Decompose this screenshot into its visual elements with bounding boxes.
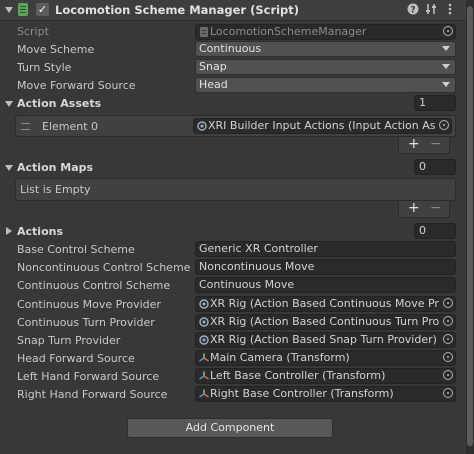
component-title: Locomotion Scheme Manager (Script) xyxy=(55,3,300,17)
action-maps-list-footer: + − xyxy=(398,201,450,218)
actions-size-field[interactable]: 0 xyxy=(414,223,456,239)
action-maps-size-field[interactable]: 0 xyxy=(414,159,456,175)
transform-icon xyxy=(199,353,209,362)
dropdown-caret-icon xyxy=(442,82,450,87)
move-scheme-label: Move Scheme xyxy=(17,43,95,56)
dropdown-caret-icon xyxy=(442,64,450,69)
right-hand-forward-source-label: Right Hand Forward Source xyxy=(17,388,168,401)
add-component-button[interactable]: Add Component xyxy=(127,418,333,438)
action-assets-label[interactable]: Action Assets xyxy=(17,97,101,110)
list-empty-text: List is Empty xyxy=(20,183,91,196)
action-assets-foldout-icon[interactable] xyxy=(5,101,13,107)
snap-turn-provider-label: Snap Turn Provider xyxy=(17,334,121,347)
object-picker-icon[interactable] xyxy=(443,352,453,362)
right-hand-forward-source-field[interactable]: Right Base Controller (Transform) xyxy=(195,386,456,402)
drag-handle-icon[interactable] xyxy=(21,123,30,130)
help-icon[interactable]: ? xyxy=(406,3,420,18)
move-forward-source-label: Move Forward Source xyxy=(17,79,136,92)
object-picker-icon[interactable] xyxy=(443,370,453,380)
context-menu-icon[interactable] xyxy=(444,3,456,18)
action-assets-size-field[interactable]: 1 xyxy=(414,95,456,111)
script-label: Script xyxy=(17,25,49,38)
noncontinuous-control-scheme-field[interactable]: Noncontinuous Move xyxy=(195,259,456,275)
object-picker-icon[interactable] xyxy=(443,26,453,36)
add-element-button[interactable]: + xyxy=(408,137,420,152)
object-picker-icon[interactable] xyxy=(443,298,453,308)
turn-style-label: Turn Style xyxy=(17,61,72,74)
object-picker-icon[interactable] xyxy=(443,316,453,326)
preset-icon[interactable] xyxy=(424,3,438,18)
continuous-move-provider-label: Continuous Move Provider xyxy=(17,298,161,311)
component-icon xyxy=(199,335,209,345)
continuous-turn-provider-label: Continuous Turn Provider xyxy=(17,316,155,329)
base-control-scheme-field[interactable]: Generic XR Controller xyxy=(195,241,456,257)
script-field[interactable]: LocomotionSchemeManager xyxy=(195,24,456,40)
input-action-asset-icon xyxy=(197,121,207,131)
component-icon xyxy=(199,317,209,327)
noncontinuous-control-scheme-label: Noncontinuous Control Scheme xyxy=(17,261,191,274)
object-picker-icon[interactable] xyxy=(443,334,453,344)
head-forward-source-label: Head Forward Source xyxy=(17,352,135,365)
foldout-arrow-icon[interactable] xyxy=(5,7,13,13)
dropdown-caret-icon xyxy=(442,46,450,51)
continuous-move-provider-field[interactable]: XR Rig (Action Based Continuous Move Pro… xyxy=(195,296,456,312)
action-maps-foldout-icon[interactable] xyxy=(5,165,13,171)
action-assets-list-footer: + − xyxy=(398,137,450,154)
continuous-turn-provider-field[interactable]: XR Rig (Action Based Continuous Turn Pro… xyxy=(195,314,456,330)
scrollbar-thumb[interactable] xyxy=(467,6,473,446)
remove-element-button[interactable]: − xyxy=(430,137,442,152)
transform-icon xyxy=(199,389,209,398)
transform-icon xyxy=(199,371,209,380)
snap-turn-provider-field[interactable]: XR Rig (Action Based Snap Turn Provider) xyxy=(195,332,456,348)
continuous-control-scheme-label: Continuous Control Scheme xyxy=(17,279,171,292)
object-picker-icon[interactable] xyxy=(439,120,449,130)
left-hand-forward-source-label: Left Hand Forward Source xyxy=(17,370,160,383)
actions-label[interactable]: Actions xyxy=(17,225,63,238)
element-0-field[interactable]: XRI Builder Input Actions (Input Action … xyxy=(193,118,452,134)
move-scheme-dropdown[interactable]: Continuous xyxy=(195,41,456,57)
script-asset-icon xyxy=(200,27,208,37)
move-forward-source-dropdown[interactable]: Head xyxy=(195,77,456,93)
script-icon xyxy=(18,3,28,16)
continuous-control-scheme-field[interactable]: Continuous Move xyxy=(195,277,456,293)
left-hand-forward-source-field[interactable]: Left Base Controller (Transform) xyxy=(195,368,456,384)
svg-text:?: ? xyxy=(410,6,415,16)
head-forward-source-field[interactable]: Main Camera (Transform) xyxy=(195,350,456,366)
actions-foldout-icon[interactable] xyxy=(6,227,12,235)
base-control-scheme-label: Base Control Scheme xyxy=(17,243,135,256)
remove-element-button[interactable]: − xyxy=(430,201,442,216)
object-picker-icon[interactable] xyxy=(443,388,453,398)
component-icon xyxy=(199,299,209,309)
element-0-label: Element 0 xyxy=(42,120,99,133)
action-maps-label[interactable]: Action Maps xyxy=(17,161,93,174)
enabled-checkbox[interactable]: ✓ xyxy=(36,3,49,16)
turn-style-dropdown[interactable]: Snap xyxy=(195,59,456,75)
add-element-button[interactable]: + xyxy=(408,201,420,216)
